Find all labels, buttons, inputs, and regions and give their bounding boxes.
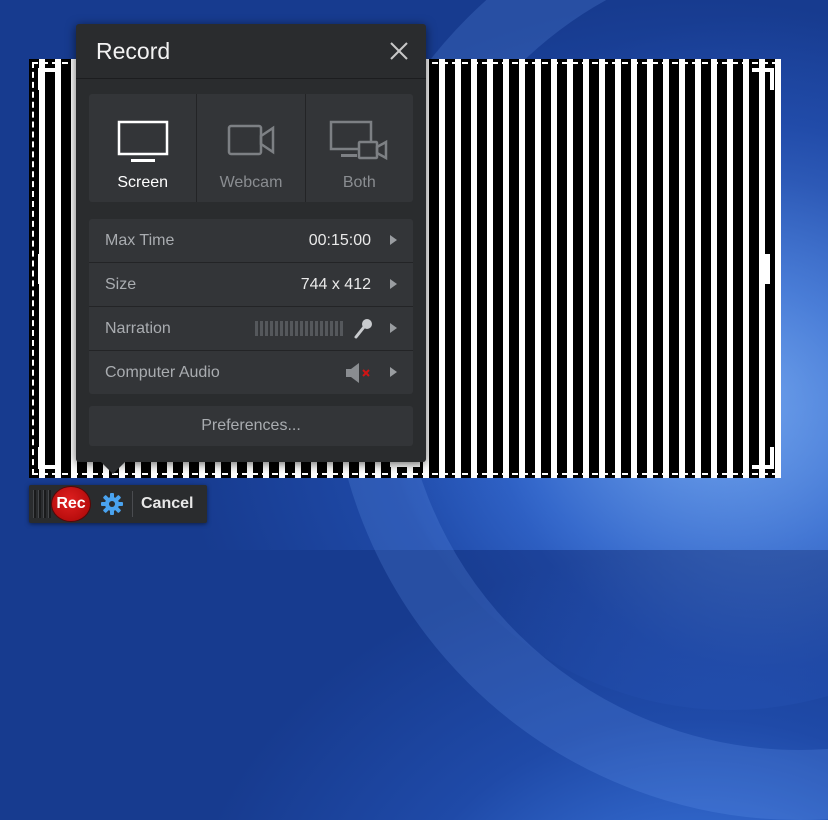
- setting-max-time[interactable]: Max Time 00:15:00: [89, 219, 413, 263]
- audio-level-meter: [255, 321, 343, 336]
- close-icon[interactable]: [388, 40, 410, 62]
- setting-size-label: Size: [105, 275, 137, 293]
- panel-pointer: [99, 460, 127, 474]
- setting-size[interactable]: Size 744 x 412: [89, 263, 413, 307]
- speaker-muted-icon: [346, 362, 370, 383]
- source-both-label: Both: [342, 174, 376, 191]
- toolbar-divider: [132, 491, 133, 517]
- monitor-webcam-icon: [330, 120, 388, 161]
- microphone-icon: [354, 318, 372, 338]
- resize-handle-top-left[interactable]: [38, 68, 60, 90]
- record-panel: Record Screen Webcam Both Max Time 00:15…: [76, 24, 426, 462]
- chevron-right-icon: [390, 367, 397, 377]
- source-webcam-label: Webcam: [219, 174, 283, 191]
- source-screen-button[interactable]: Screen: [89, 94, 198, 202]
- rec-button[interactable]: Rec: [52, 487, 90, 521]
- resize-handle-bottom[interactable]: [390, 462, 420, 467]
- panel-title: Record: [96, 38, 171, 64]
- setting-narration[interactable]: Narration: [89, 307, 413, 351]
- settings-list: Max Time 00:15:00 Size 744 x 412 Narrati…: [89, 219, 413, 394]
- setting-computer-audio-label: Computer Audio: [105, 363, 220, 381]
- source-screen-label: Screen: [117, 174, 169, 191]
- setting-size-value: 744 x 412: [300, 275, 371, 293]
- source-both-button[interactable]: Both: [306, 94, 413, 202]
- cancel-button[interactable]: Cancel: [141, 495, 193, 513]
- webcam-icon: [227, 124, 275, 156]
- chevron-right-icon: [390, 323, 397, 333]
- setting-max-time-value: 00:15:00: [308, 231, 371, 249]
- drag-grip[interactable]: [33, 490, 51, 518]
- setting-computer-audio[interactable]: Computer Audio: [89, 351, 413, 394]
- preferences-button[interactable]: Preferences...: [89, 406, 413, 446]
- panel-header: Record: [76, 24, 426, 79]
- resize-handle-bottom-left[interactable]: [38, 447, 60, 469]
- gear-icon[interactable]: [101, 493, 123, 515]
- resize-handle-left[interactable]: [38, 254, 43, 284]
- monitor-icon: [117, 120, 168, 162]
- chevron-right-icon: [390, 235, 397, 245]
- source-webcam-button[interactable]: Webcam: [197, 94, 306, 202]
- resize-handle-bottom-right[interactable]: [752, 447, 774, 469]
- recording-toolbar: Rec Cancel: [29, 485, 207, 523]
- setting-narration-label: Narration: [105, 319, 171, 337]
- resize-handle-right[interactable]: [765, 254, 770, 284]
- source-selector: Screen Webcam Both: [89, 94, 413, 202]
- resize-handle-top-right[interactable]: [752, 68, 774, 90]
- setting-max-time-label: Max Time: [105, 231, 175, 249]
- chevron-right-icon: [390, 279, 397, 289]
